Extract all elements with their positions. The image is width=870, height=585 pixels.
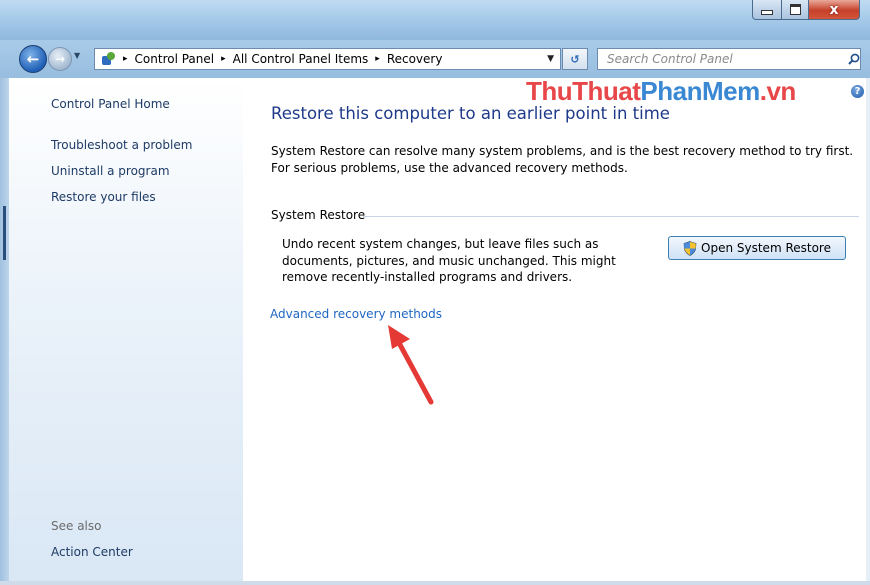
window-right-edge	[866, 78, 870, 585]
breadcrumb-separator[interactable]: ▸	[375, 54, 380, 64]
watermark: ThuThuatPhanMem.vn	[526, 76, 796, 106]
breadcrumb-all-items[interactable]: All Control Panel Items	[233, 52, 369, 66]
intro-text: System Restore can resolve many system p…	[271, 144, 854, 175]
action-center-link[interactable]: Action Center	[51, 545, 133, 559]
search-input[interactable]	[597, 48, 861, 70]
maximize-button[interactable]	[781, 0, 809, 20]
back-button[interactable]: ←	[19, 45, 47, 73]
title-bar: x	[0, 0, 870, 40]
breadcrumb-control-panel[interactable]: Control Panel	[135, 52, 215, 66]
annotation-arrow-icon	[388, 325, 434, 405]
page-title: Restore this computer to an earlier poin…	[271, 104, 670, 123]
navigation-bar: ← → ▼ ▸ Control Panel ▸ All Control Pane…	[0, 40, 870, 78]
maximize-icon	[789, 4, 801, 15]
window-bottom-edge	[0, 581, 870, 585]
control-panel-home-link[interactable]: Control Panel Home	[51, 97, 170, 111]
section-divider	[363, 216, 859, 217]
open-system-restore-label: Open System Restore	[701, 241, 831, 255]
window-left-edge	[0, 78, 9, 585]
close-button[interactable]: x	[808, 0, 860, 20]
control-panel-icon	[101, 51, 117, 67]
troubleshoot-link[interactable]: Troubleshoot a problem	[51, 138, 192, 152]
restore-files-link[interactable]: Restore your files	[51, 190, 156, 204]
back-arrow-icon: ←	[26, 50, 40, 68]
forward-arrow-icon: →	[54, 52, 66, 66]
breadcrumb-recovery[interactable]: Recovery	[387, 52, 443, 66]
search-icon[interactable]	[848, 53, 860, 65]
address-bar[interactable]: ▸ Control Panel ▸ All Control Panel Item…	[94, 48, 561, 70]
system-restore-section-label: System Restore	[271, 208, 366, 222]
uac-shield-icon	[683, 240, 697, 256]
refresh-icon: ↺	[570, 52, 580, 66]
minimize-icon	[761, 10, 773, 15]
address-dropdown-icon[interactable]: ▼	[547, 54, 554, 64]
help-icon[interactable]: ?	[851, 85, 864, 98]
breadcrumb-separator[interactable]: ▸	[221, 54, 226, 64]
forward-button[interactable]: →	[48, 47, 72, 71]
advanced-recovery-methods-link[interactable]: Advanced recovery methods	[270, 307, 442, 321]
see-also-label: See also	[51, 519, 102, 533]
uninstall-program-link[interactable]: Uninstall a program	[51, 164, 170, 178]
left-task-pane: Control Panel Home Troubleshoot a proble…	[9, 78, 243, 585]
breadcrumb-separator[interactable]: ▸	[123, 54, 128, 64]
close-icon: x	[829, 1, 839, 18]
system-restore-description: Undo recent system changes, but leave fi…	[282, 237, 616, 284]
history-dropdown-icon[interactable]: ▼	[74, 51, 84, 61]
minimize-button[interactable]	[752, 0, 782, 20]
open-system-restore-button[interactable]: Open System Restore	[668, 236, 846, 260]
refresh-button[interactable]: ↺	[562, 48, 588, 70]
